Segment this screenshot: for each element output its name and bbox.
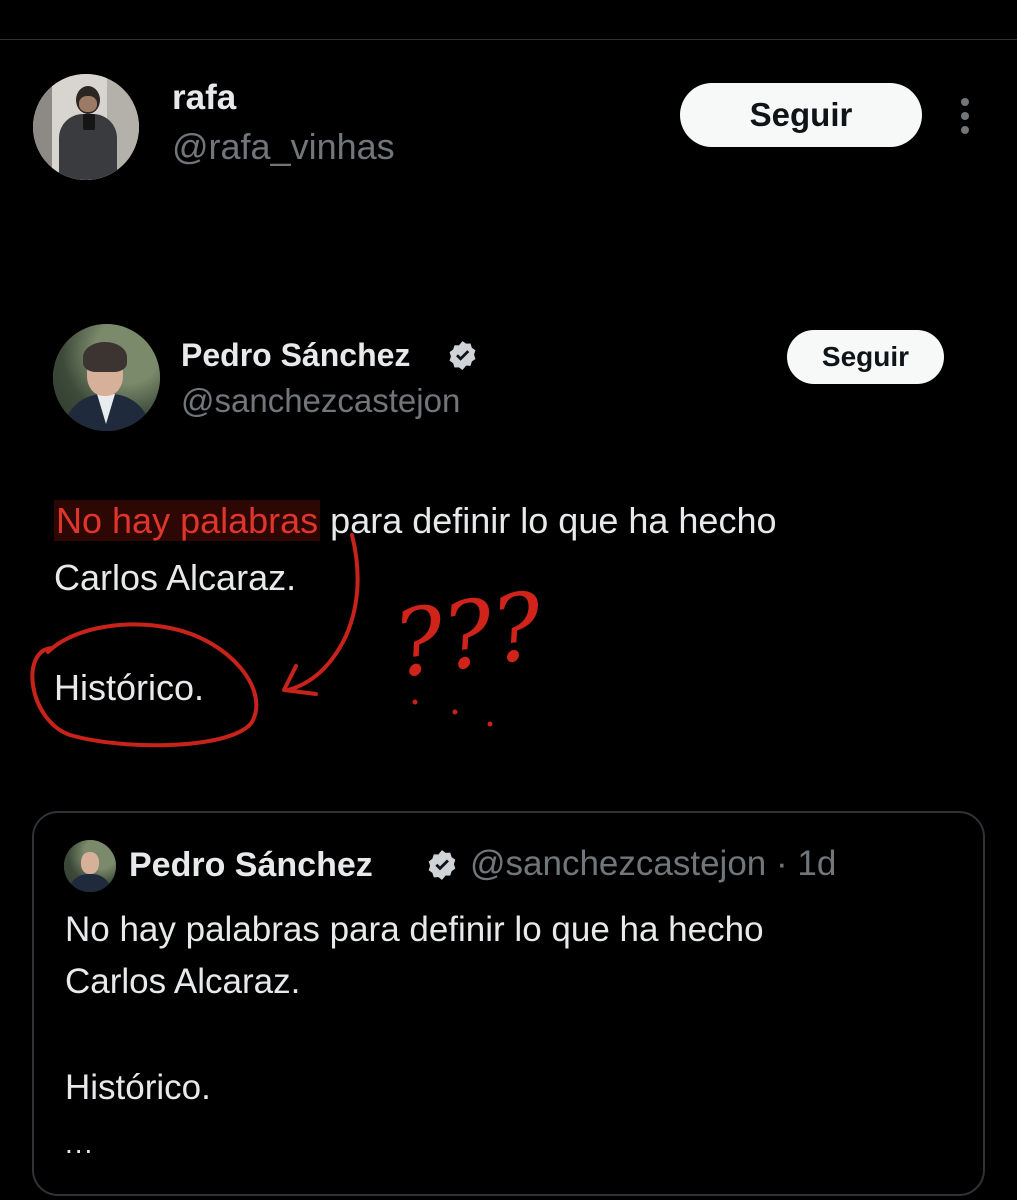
highlighted-phrase: No hay palabras bbox=[54, 500, 321, 541]
screenshot-follow-button: Seguir bbox=[787, 330, 944, 384]
screenshot-text-line-1: No hay palabras para definir lo que ha h… bbox=[54, 493, 777, 549]
screenshot-author-name: Pedro Sánchez bbox=[181, 337, 411, 373]
screenshot-text-line-3: Histórico. bbox=[54, 667, 205, 708]
author-name[interactable]: rafa bbox=[172, 78, 236, 118]
author-handle[interactable]: @rafa_vinhas bbox=[172, 126, 395, 168]
screenshot-text-line-2: Carlos Alcaraz. bbox=[54, 557, 297, 598]
quoted-author-name[interactable]: Pedro Sánchez bbox=[129, 846, 373, 885]
quoted-text-line-1: No hay palabras para definir lo que ha h… bbox=[65, 910, 764, 949]
quoted-text-line-2: Carlos Alcaraz. bbox=[65, 962, 301, 1001]
follow-button[interactable]: Seguir bbox=[680, 83, 922, 147]
annotation-question-marks: ??? bbox=[388, 572, 550, 699]
verified-badge-icon bbox=[449, 341, 476, 370]
screenshot-author-handle: @sanchezcastejon bbox=[181, 382, 461, 419]
author-avatar[interactable] bbox=[33, 74, 139, 180]
more-options-icon[interactable] bbox=[958, 96, 972, 136]
quoted-text-line-3: Histórico. bbox=[65, 1068, 211, 1107]
quoted-author-meta[interactable]: @sanchezcastejon · 1d bbox=[470, 844, 836, 884]
top-divider bbox=[0, 39, 1017, 40]
line-1-rest: para definir lo que ha hecho bbox=[320, 500, 777, 541]
quoted-author-avatar[interactable] bbox=[64, 840, 116, 892]
screenshot-avatar bbox=[53, 324, 160, 431]
quoted-text-ellipsis: ... bbox=[65, 1128, 95, 1159]
verified-badge-icon bbox=[428, 850, 456, 880]
